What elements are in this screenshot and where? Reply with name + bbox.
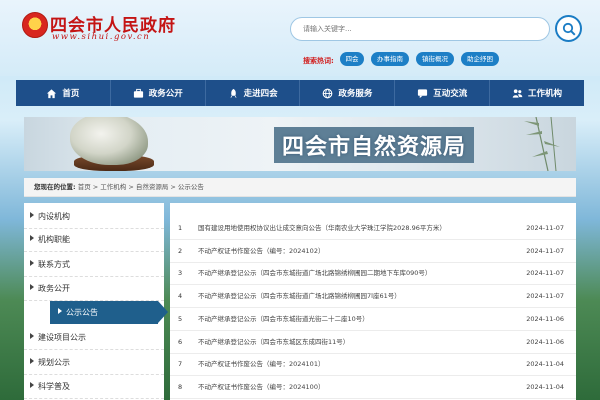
triangle-right-icon	[30, 382, 34, 388]
announcement-list: 1 国有建设用地使用权协议出让成交意向公告（华南农业大学珠江学院2028.96平…	[170, 203, 576, 400]
row-date: 2024-11-07	[526, 269, 564, 277]
department-banner: 四会市自然资源局	[24, 117, 576, 171]
row-date: 2024-11-07	[526, 224, 564, 232]
chat-icon	[418, 88, 428, 98]
row-title[interactable]: 不动产继承登记公示（四会市东城街道广场北路锦绣柳圃园二期地下车库090号）	[198, 262, 518, 284]
row-title[interactable]: 不动产继承登记公示（四会市东城街道广场北路锦绣柳圃园7l座61号）	[198, 285, 518, 307]
row-number: 3	[178, 269, 183, 277]
people-icon	[512, 88, 523, 98]
row-date: 2024-11-06	[526, 315, 564, 323]
nav-item-label: 互动交流	[433, 89, 468, 99]
search-button[interactable]	[555, 15, 582, 42]
rocket-icon	[229, 88, 237, 98]
sidebar-item-label: 公示公告	[66, 308, 98, 317]
hot-tag-guide[interactable]: 办事指南	[371, 52, 409, 66]
list-item[interactable]: 5 不动产继承登记公示（四会市东城街道光街二十二座10号） 2024-11-06	[170, 308, 576, 331]
hot-tag-relief[interactable]: 助企纾困	[461, 52, 499, 66]
sidebar: 内设机构 机构职能 联系方式 政务公开 公示公告 建设项目公示 规划公示 科学普…	[24, 203, 168, 400]
row-title[interactable]: 不动产权证书作废公告（编号：2024101）	[198, 353, 518, 375]
row-number: 6	[178, 338, 183, 346]
home-icon	[47, 88, 57, 98]
list-item[interactable]: 7 不动产权证书作废公告（编号：2024101） 2024-11-04	[170, 353, 576, 376]
hot-tag-towns[interactable]: 镇街概况	[416, 52, 454, 66]
sidebar-item-functions[interactable]: 机构职能	[24, 228, 164, 252]
nav-item-label: 工作机构	[528, 89, 563, 99]
row-number: 4	[178, 292, 183, 300]
triangle-right-icon	[30, 333, 34, 339]
breadcrumb-path[interactable]: 首页 > 工作机构 > 自然资源局 > 公示公告	[78, 183, 204, 191]
list-item[interactable]: 6 不动产继承登记公示（四会市东城区东成四街11号） 2024-11-06	[170, 331, 576, 354]
sidebar-item-construction-projects[interactable]: 建设项目公示	[24, 326, 164, 350]
list-item[interactable]: 1 国有建设用地使用权协议出让成交意向公告（华南农业大学珠江学院2028.96平…	[170, 217, 576, 240]
nav-item-label: 政务服务	[338, 89, 373, 99]
row-title[interactable]: 不动产继承登记公示（四会市东城街道光街二十二座10号）	[198, 308, 518, 330]
breadcrumb-label: 您现在的位置:	[34, 183, 76, 191]
sidebar-item-planning[interactable]: 规划公示	[24, 351, 164, 375]
breadcrumb: 您现在的位置: 首页 > 工作机构 > 自然资源局 > 公示公告	[24, 178, 576, 197]
row-title[interactable]: 不动产继承登记公示（四会市东城区东成四街11号）	[198, 331, 518, 353]
row-date: 2024-11-04	[526, 360, 564, 368]
sidebar-item-label: 规划公示	[38, 358, 70, 367]
national-emblem-icon	[22, 12, 48, 38]
briefcase-icon	[133, 88, 143, 98]
list-item[interactable]: 3 不动产继承登记公示（四会市东城街道广场北路锦绣柳圃园二期地下车库090号） …	[170, 262, 576, 285]
sidebar-item-gov-affairs[interactable]: 政务公开	[24, 277, 164, 301]
row-number: 8	[178, 383, 183, 391]
sidebar-item-departments[interactable]: 内设机构	[24, 205, 164, 229]
nav-item-gov-affairs[interactable]: 政务公开	[111, 80, 206, 106]
nav-item-label: 走进四会	[243, 89, 278, 99]
row-date: 2024-11-07	[526, 292, 564, 300]
sidebar-item-label: 联系方式	[38, 260, 70, 269]
site-header: 四会市人民政府 www.sihui.gov.cn 搜索热词: 四会 办事指南 镇…	[0, 0, 600, 76]
list-item[interactable]: 2 不动产权证书作废公告（编号：2024102） 2024-11-07	[170, 240, 576, 263]
nav-item-interaction[interactable]: 互动交流	[395, 80, 491, 106]
nav-item-agencies[interactable]: 工作机构	[490, 80, 584, 106]
hot-words-label: 搜索热词:	[303, 57, 334, 65]
row-date: 2024-11-06	[526, 338, 564, 346]
row-number: 2	[178, 247, 183, 255]
sidebar-item-contact[interactable]: 联系方式	[24, 253, 164, 277]
nav-item-label: 政务公开	[148, 89, 183, 99]
triangle-right-icon	[30, 212, 34, 218]
sidebar-item-science[interactable]: 科学普及	[24, 375, 164, 399]
jade-stone-image	[70, 117, 148, 165]
row-title[interactable]: 不动产权证书作废公告（编号：2024102）	[198, 240, 518, 262]
list-item[interactable]: 8 不动产权证书作废公告（编号：2024100） 2024-11-04	[170, 376, 576, 399]
nav-item-about[interactable]: 走进四会	[206, 80, 301, 106]
sidebar-item-announcements[interactable]: 公示公告	[50, 301, 168, 324]
nav-item-home[interactable]: 首页	[16, 80, 111, 106]
triangle-right-icon	[30, 358, 34, 364]
nav-item-services[interactable]: 政务服务	[300, 80, 396, 106]
sidebar-item-label: 政务公开	[38, 284, 70, 293]
list-item[interactable]: 4 不动产继承登记公示（四会市东城街道广场北路锦绣柳圃园7l座61号） 2024…	[170, 285, 576, 308]
row-title[interactable]: 不动产权证书作废公告（编号：2024100）	[198, 376, 518, 398]
row-number: 7	[178, 360, 183, 368]
nav-item-label: 首页	[62, 89, 80, 99]
row-date: 2024-11-04	[526, 383, 564, 391]
row-number: 1	[178, 224, 183, 232]
search-input[interactable]	[301, 24, 545, 34]
row-title[interactable]: 国有建设用地使用权协议出让成交意向公告（华南农业大学珠江学院2028.96平方米…	[198, 217, 518, 239]
triangle-right-icon	[58, 308, 62, 314]
main-nav: 首页 政务公开 走进四会 政务服务 互动交流 工作机构	[16, 80, 584, 106]
triangle-right-icon	[30, 284, 34, 290]
search-icon	[562, 22, 576, 36]
sidebar-item-label: 内设机构	[38, 212, 70, 221]
site-domain: www.sihui.gov.cn	[52, 32, 151, 42]
row-number: 5	[178, 315, 183, 323]
row-date: 2024-11-07	[526, 247, 564, 255]
globe-icon	[323, 88, 333, 98]
triangle-right-icon	[30, 260, 34, 266]
sidebar-item-label: 科学普及	[38, 382, 70, 391]
hot-tag-sihui[interactable]: 四会	[340, 52, 364, 66]
banner-title: 四会市自然资源局	[274, 127, 475, 163]
search-box	[290, 17, 550, 41]
sidebar-item-label: 建设项目公示	[38, 333, 86, 342]
bamboo-icon	[524, 117, 560, 171]
sidebar-item-label: 机构职能	[38, 235, 70, 244]
triangle-right-icon	[30, 235, 34, 241]
